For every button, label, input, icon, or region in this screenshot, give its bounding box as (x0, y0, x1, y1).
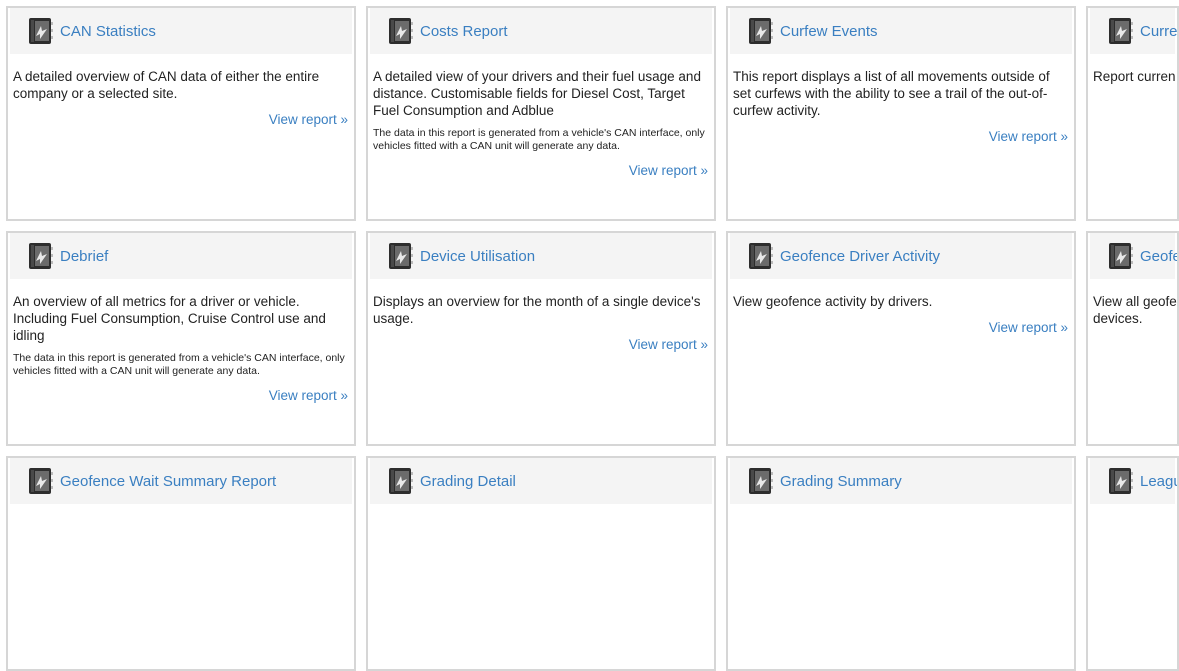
report-book-icon (386, 17, 414, 45)
report-card-geofence-wait-summary: Geofence Wait Summary Report (6, 456, 356, 671)
report-card-costs-report: Costs Report A detailed view of your dri… (366, 6, 716, 221)
report-description: An overview of all metrics for a driver … (13, 294, 326, 343)
card-header: Grading Detail (370, 458, 712, 504)
report-description: View geofence activity by drivers. (733, 294, 933, 309)
card-header: Debrief (10, 233, 352, 279)
report-card-league: Leagu (1086, 456, 1179, 671)
report-description: This report displays a list of all movem… (733, 69, 1050, 118)
card-header: Device Utilisation (370, 233, 712, 279)
report-book-icon (26, 242, 54, 270)
report-book-icon (746, 242, 774, 270)
view-report-link[interactable]: View report » (373, 163, 709, 178)
report-book-icon (26, 467, 54, 495)
report-title-link[interactable]: Curfew Events (780, 23, 878, 40)
report-card-grading-summary: Grading Summary (726, 456, 1076, 671)
report-description: Displays an overview for the month of a … (373, 294, 701, 326)
card-header: Currer (1090, 8, 1177, 54)
report-card-geofence: Geofe View all geofe devices. (1086, 231, 1179, 446)
report-card-current: Currer Report curren (1086, 6, 1179, 221)
card-header: CAN Statistics (10, 8, 352, 54)
report-book-icon (386, 242, 414, 270)
report-card-can-statistics: CAN Statistics A detailed overview of CA… (6, 6, 356, 221)
card-header: Geofence Wait Summary Report (10, 458, 352, 504)
report-title-link[interactable]: Grading Detail (420, 473, 516, 490)
report-book-icon (746, 17, 774, 45)
can-data-note: The data in this report is generated fro… (373, 127, 705, 152)
report-description: A detailed view of your drivers and thei… (373, 69, 701, 118)
card-header: Grading Summary (730, 458, 1072, 504)
report-card-geofence-driver-activity: Geofence Driver Activity View geofence a… (726, 231, 1076, 446)
card-header: Geofe (1090, 233, 1177, 279)
report-book-icon (386, 467, 414, 495)
report-title-link[interactable]: Costs Report (420, 23, 508, 40)
report-book-icon (26, 17, 54, 45)
report-grid: CAN Statistics A detailed overview of CA… (6, 6, 1179, 671)
view-report-link[interactable]: View report » (13, 388, 349, 403)
card-header: Geofence Driver Activity (730, 233, 1072, 279)
report-title-link[interactable]: CAN Statistics (60, 23, 156, 40)
report-title-link[interactable]: Debrief (60, 248, 108, 265)
report-title-link[interactable]: Geofence Driver Activity (780, 248, 940, 265)
report-card-grading-detail: Grading Detail (366, 456, 716, 671)
card-header: Leagu (1090, 458, 1177, 504)
report-book-icon (1106, 17, 1134, 45)
report-book-icon (1106, 242, 1134, 270)
view-report-link[interactable]: View report » (373, 337, 709, 352)
view-report-link[interactable]: View report » (733, 129, 1069, 144)
report-title-link[interactable]: Geofe (1140, 248, 1177, 265)
report-title-link[interactable]: Leagu (1140, 473, 1177, 490)
report-title-link[interactable]: Geofence Wait Summary Report (60, 473, 276, 490)
card-header: Curfew Events (730, 8, 1072, 54)
report-description: A detailed overview of CAN data of eithe… (13, 69, 320, 101)
report-description: View all geofe devices. (1093, 294, 1177, 326)
report-title-link[interactable]: Grading Summary (780, 473, 902, 490)
report-book-icon (1106, 467, 1134, 495)
report-card-curfew-events: Curfew Events This report displays a lis… (726, 6, 1076, 221)
report-title-link[interactable]: Currer (1140, 23, 1177, 40)
view-report-link[interactable]: View report » (733, 320, 1069, 335)
report-title-link[interactable]: Device Utilisation (420, 248, 535, 265)
view-report-link[interactable]: View report » (13, 112, 349, 127)
report-card-debrief: Debrief An overview of all metrics for a… (6, 231, 356, 446)
report-description: Report curren (1093, 69, 1176, 84)
report-book-icon (746, 467, 774, 495)
card-header: Costs Report (370, 8, 712, 54)
can-data-note: The data in this report is generated fro… (13, 352, 345, 377)
report-card-device-utilisation: Device Utilisation Displays an overview … (366, 231, 716, 446)
